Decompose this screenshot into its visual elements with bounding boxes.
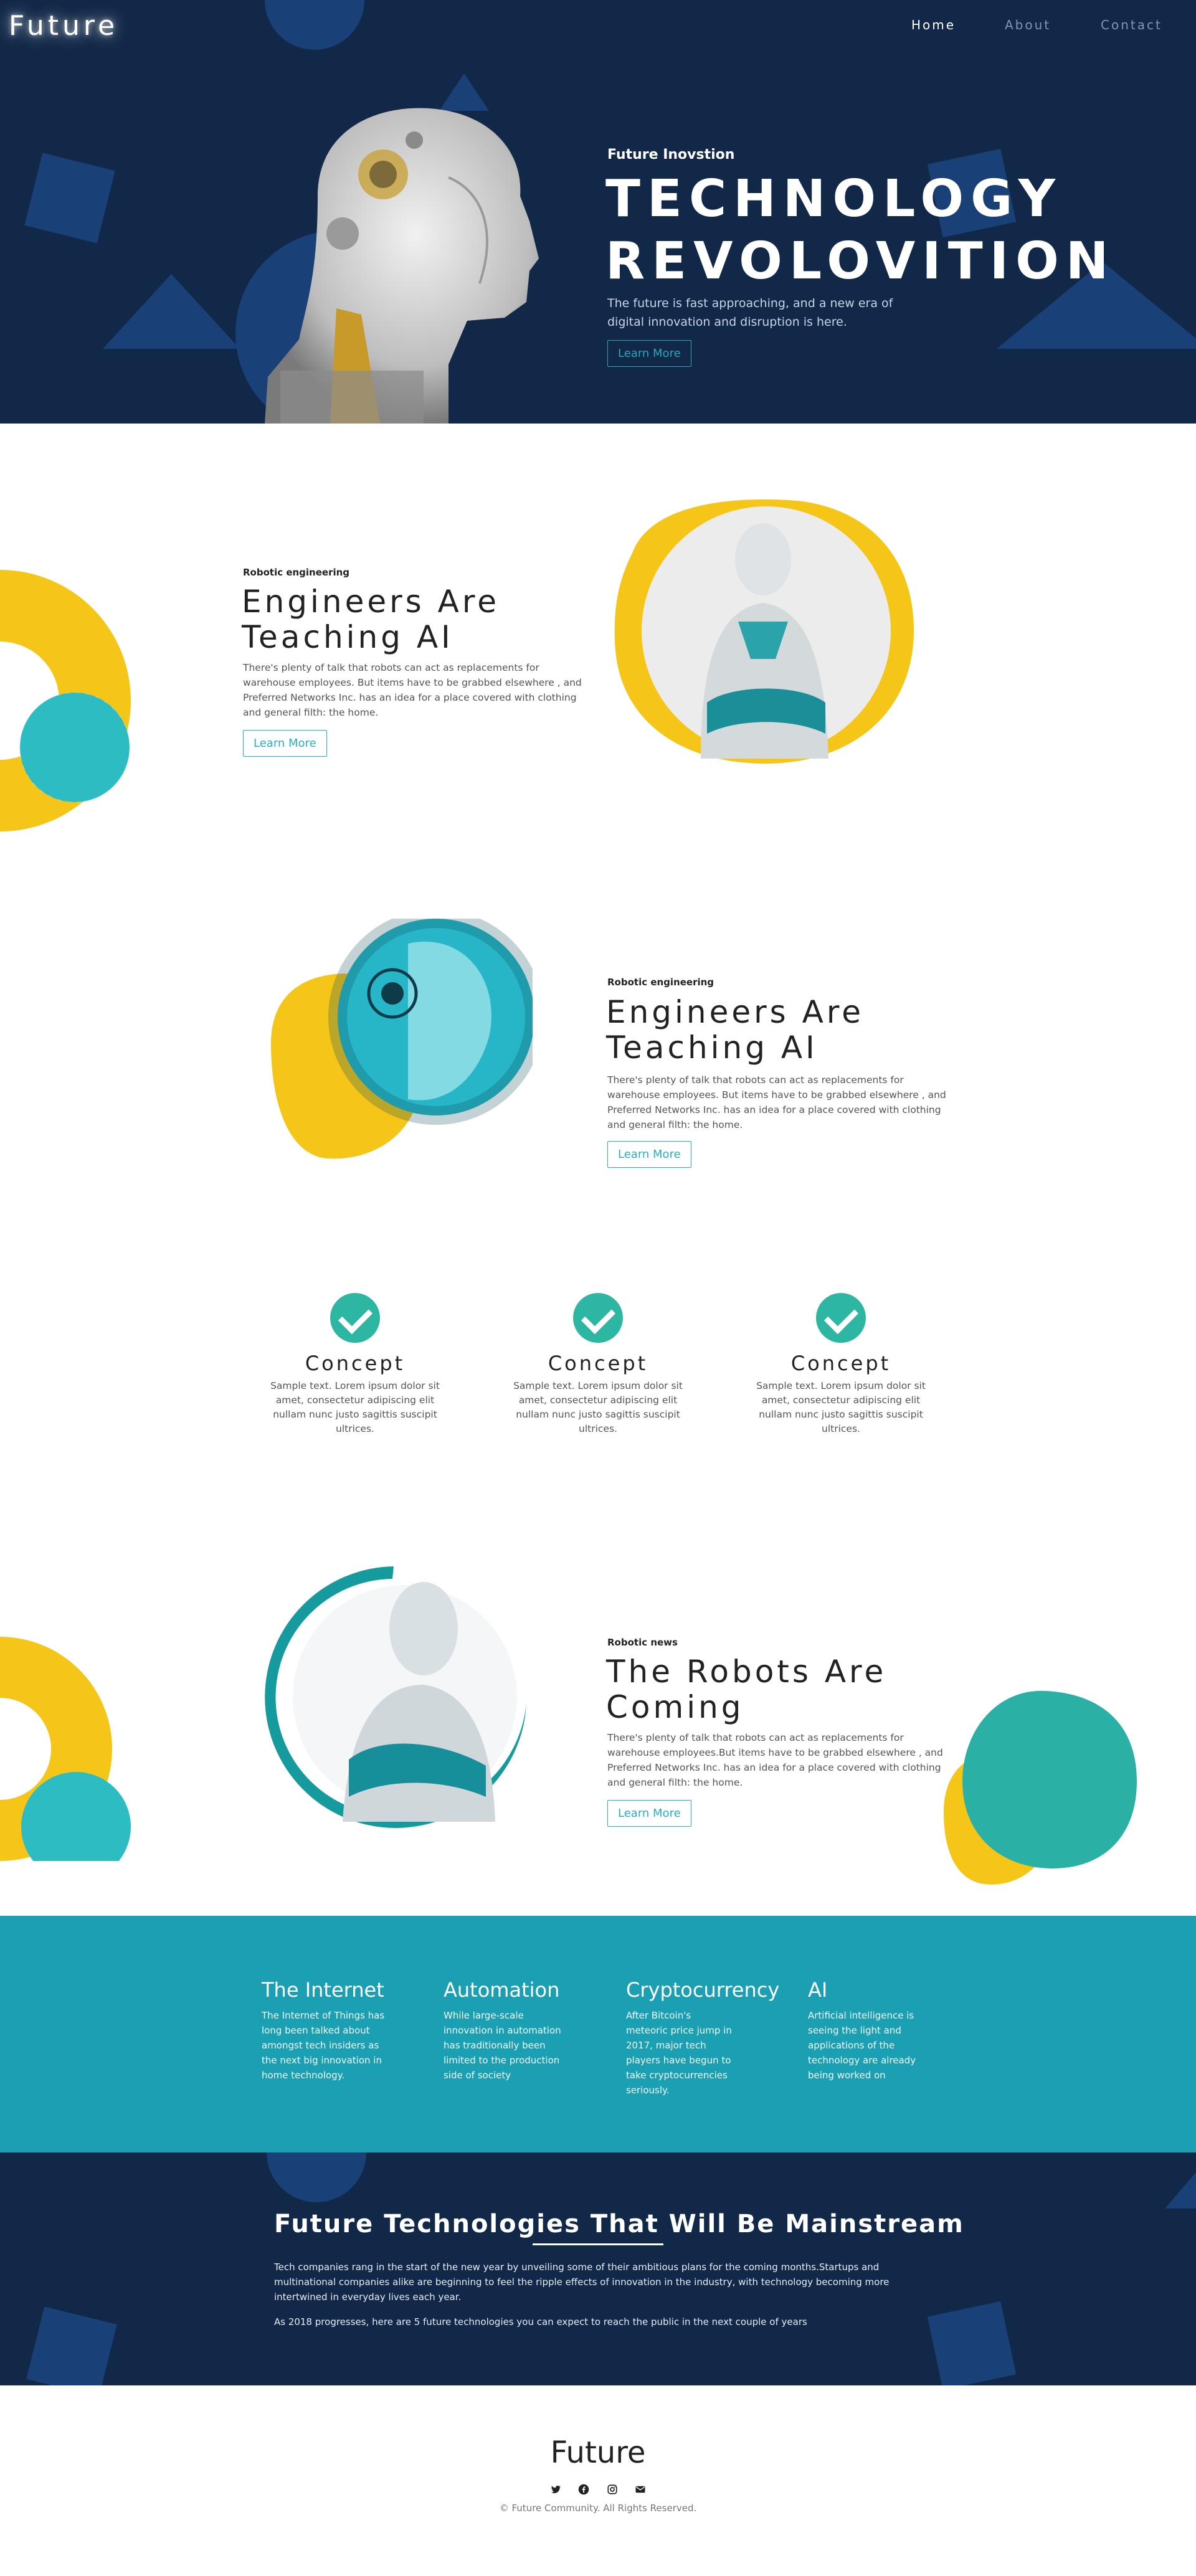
section3-title: The Robots Are Coming (606, 1654, 886, 1725)
section1-eyebrow: Robotic engineering (243, 567, 350, 578)
section3-eyebrow: Robotic news (607, 1637, 678, 1648)
section1-text: There's plenty of talk that robots can a… (243, 662, 582, 718)
section2-text: There's plenty of talk that robots can a… (607, 1074, 946, 1130)
concept-title: Concept (305, 1352, 406, 1375)
decorative-circle (265, 0, 364, 50)
footer-logo[interactable]: Future (0, 2435, 1196, 2470)
nav-contact-link[interactable]: Contact (1101, 17, 1162, 32)
copyright-text: © Future Community. All Rights Reserved. (499, 2503, 697, 2514)
decorative-square (26, 2306, 117, 2385)
decorative-yellow-ring (0, 1637, 131, 1861)
section3-learn-more-button[interactable]: Learn More (607, 1800, 691, 1827)
concept-text: Sample text. Lorem ipsum dolor sit amet,… (270, 1380, 440, 1434)
decorative-triangle (1165, 2165, 1196, 2209)
title-underline (533, 2243, 663, 2245)
section2-title: Engineers Are Teaching AI (606, 995, 864, 1066)
section2-title-line-2: Teaching AI (606, 1030, 818, 1066)
robot-arms-crossed-image (614, 499, 914, 764)
concept-text: Sample text. Lorem ipsum dolor sit amet,… (756, 1380, 926, 1434)
facebook-icon[interactable] (578, 2484, 589, 2495)
section3-title-line-2: Coming (606, 1689, 744, 1725)
concept-card: Concept Sample text. Lorem ipsum dolor s… (265, 1293, 445, 1436)
topic-title: AI (808, 1978, 828, 2002)
nav-home-link[interactable]: Home (911, 17, 956, 32)
site-logo[interactable]: Future (9, 10, 118, 42)
section2-title-line-1: Engineers Are (606, 994, 865, 1030)
mainstream-section: Future Technologies That Will Be Mainstr… (0, 2152, 1196, 2385)
decorative-square (24, 153, 115, 244)
hero-learn-more-button[interactable]: Learn More (607, 340, 691, 367)
topic-card: The Internet The Internet of Things has … (262, 1978, 386, 2083)
topics-band: The Internet The Internet of Things has … (0, 1916, 1196, 2152)
topic-card: Automation While large-scale innovation … (444, 1978, 568, 2083)
topic-text: Artificial intelligence is seeing the li… (808, 2010, 916, 2081)
check-circle-icon (330, 1293, 380, 1343)
nav-about-link[interactable]: About (1005, 17, 1051, 32)
concept-text: Sample text. Lorem ipsum dolor sit amet,… (513, 1380, 683, 1434)
section3-text: There's plenty of talk that robots can a… (607, 1732, 943, 1788)
robot-head-image (265, 108, 539, 424)
decorative-triangle (103, 274, 240, 349)
section1-learn-more-button[interactable]: Learn More (243, 730, 327, 757)
mainstream-title: Future Technologies That Will Be Mainstr… (274, 2210, 964, 2238)
decorative-circle (267, 2152, 366, 2202)
decorative-teal-blob (944, 1690, 1137, 1885)
section2-learn-more-button[interactable]: Learn More (607, 1141, 691, 1168)
concept-card: Concept Sample text. Lorem ipsum dolor s… (751, 1293, 931, 1436)
check-circle-icon (816, 1293, 866, 1343)
check-circle-icon (573, 1293, 623, 1343)
topic-text: After Bitcoin's meteoric price jump in 2… (626, 2010, 732, 2096)
robot-white-teal-image (265, 1566, 526, 1828)
hero-title-line-2: REVOLOVITION (605, 232, 1116, 291)
section1-title-line-1: Engineers Are (242, 584, 500, 620)
hero-title-line-1: TECHNOLOGY (605, 169, 1063, 229)
concept-title: Concept (548, 1352, 648, 1375)
hero-title: TECHNOLOGY REVOLOVITION (605, 168, 1115, 293)
concept-card: Concept Sample text. Lorem ipsum dolor s… (508, 1293, 688, 1436)
concept-title: Concept (790, 1352, 891, 1375)
instagram-icon[interactable] (607, 2484, 618, 2495)
hero-subtitle: Future Inovstion (607, 147, 735, 163)
topic-title: Cryptocurrency (626, 1978, 780, 2002)
mainstream-paragraph-2: As 2018 progresses, here are 5 future te… (274, 2316, 807, 2327)
email-icon[interactable] (635, 2484, 646, 2495)
topic-title: The Internet (262, 1978, 384, 2002)
section2-eyebrow: Robotic engineering (607, 977, 714, 988)
decorative-yellow-ring (0, 570, 131, 831)
mainstream-paragraph-1: Tech companies rang in the start of the … (274, 2261, 890, 2303)
section3-title-line-1: The Robots Are (606, 1654, 887, 1690)
hero-description: The future is fast approaching, and a ne… (607, 296, 893, 329)
twitter-icon[interactable] (550, 2484, 561, 2495)
topic-text: The Internet of Things has long been tal… (262, 2010, 385, 2081)
topic-title: Automation (444, 1978, 560, 2002)
topic-card: Cryptocurrency After Bitcoin's meteoric … (626, 1978, 780, 2098)
topic-card: AI Artificial intelligence is seeing the… (808, 1978, 917, 2083)
section1-title: Engineers Are Teaching AI (242, 584, 500, 655)
robot-blue-face-image (271, 919, 533, 1159)
decorative-square (927, 2301, 1017, 2385)
hero-section: Future Home About Contact Future Inovsti… (0, 0, 1196, 424)
social-links (0, 2483, 1196, 2495)
section1-title-line-2: Teaching AI (242, 619, 453, 655)
topic-text: While large-scale innovation in automati… (444, 2010, 561, 2081)
